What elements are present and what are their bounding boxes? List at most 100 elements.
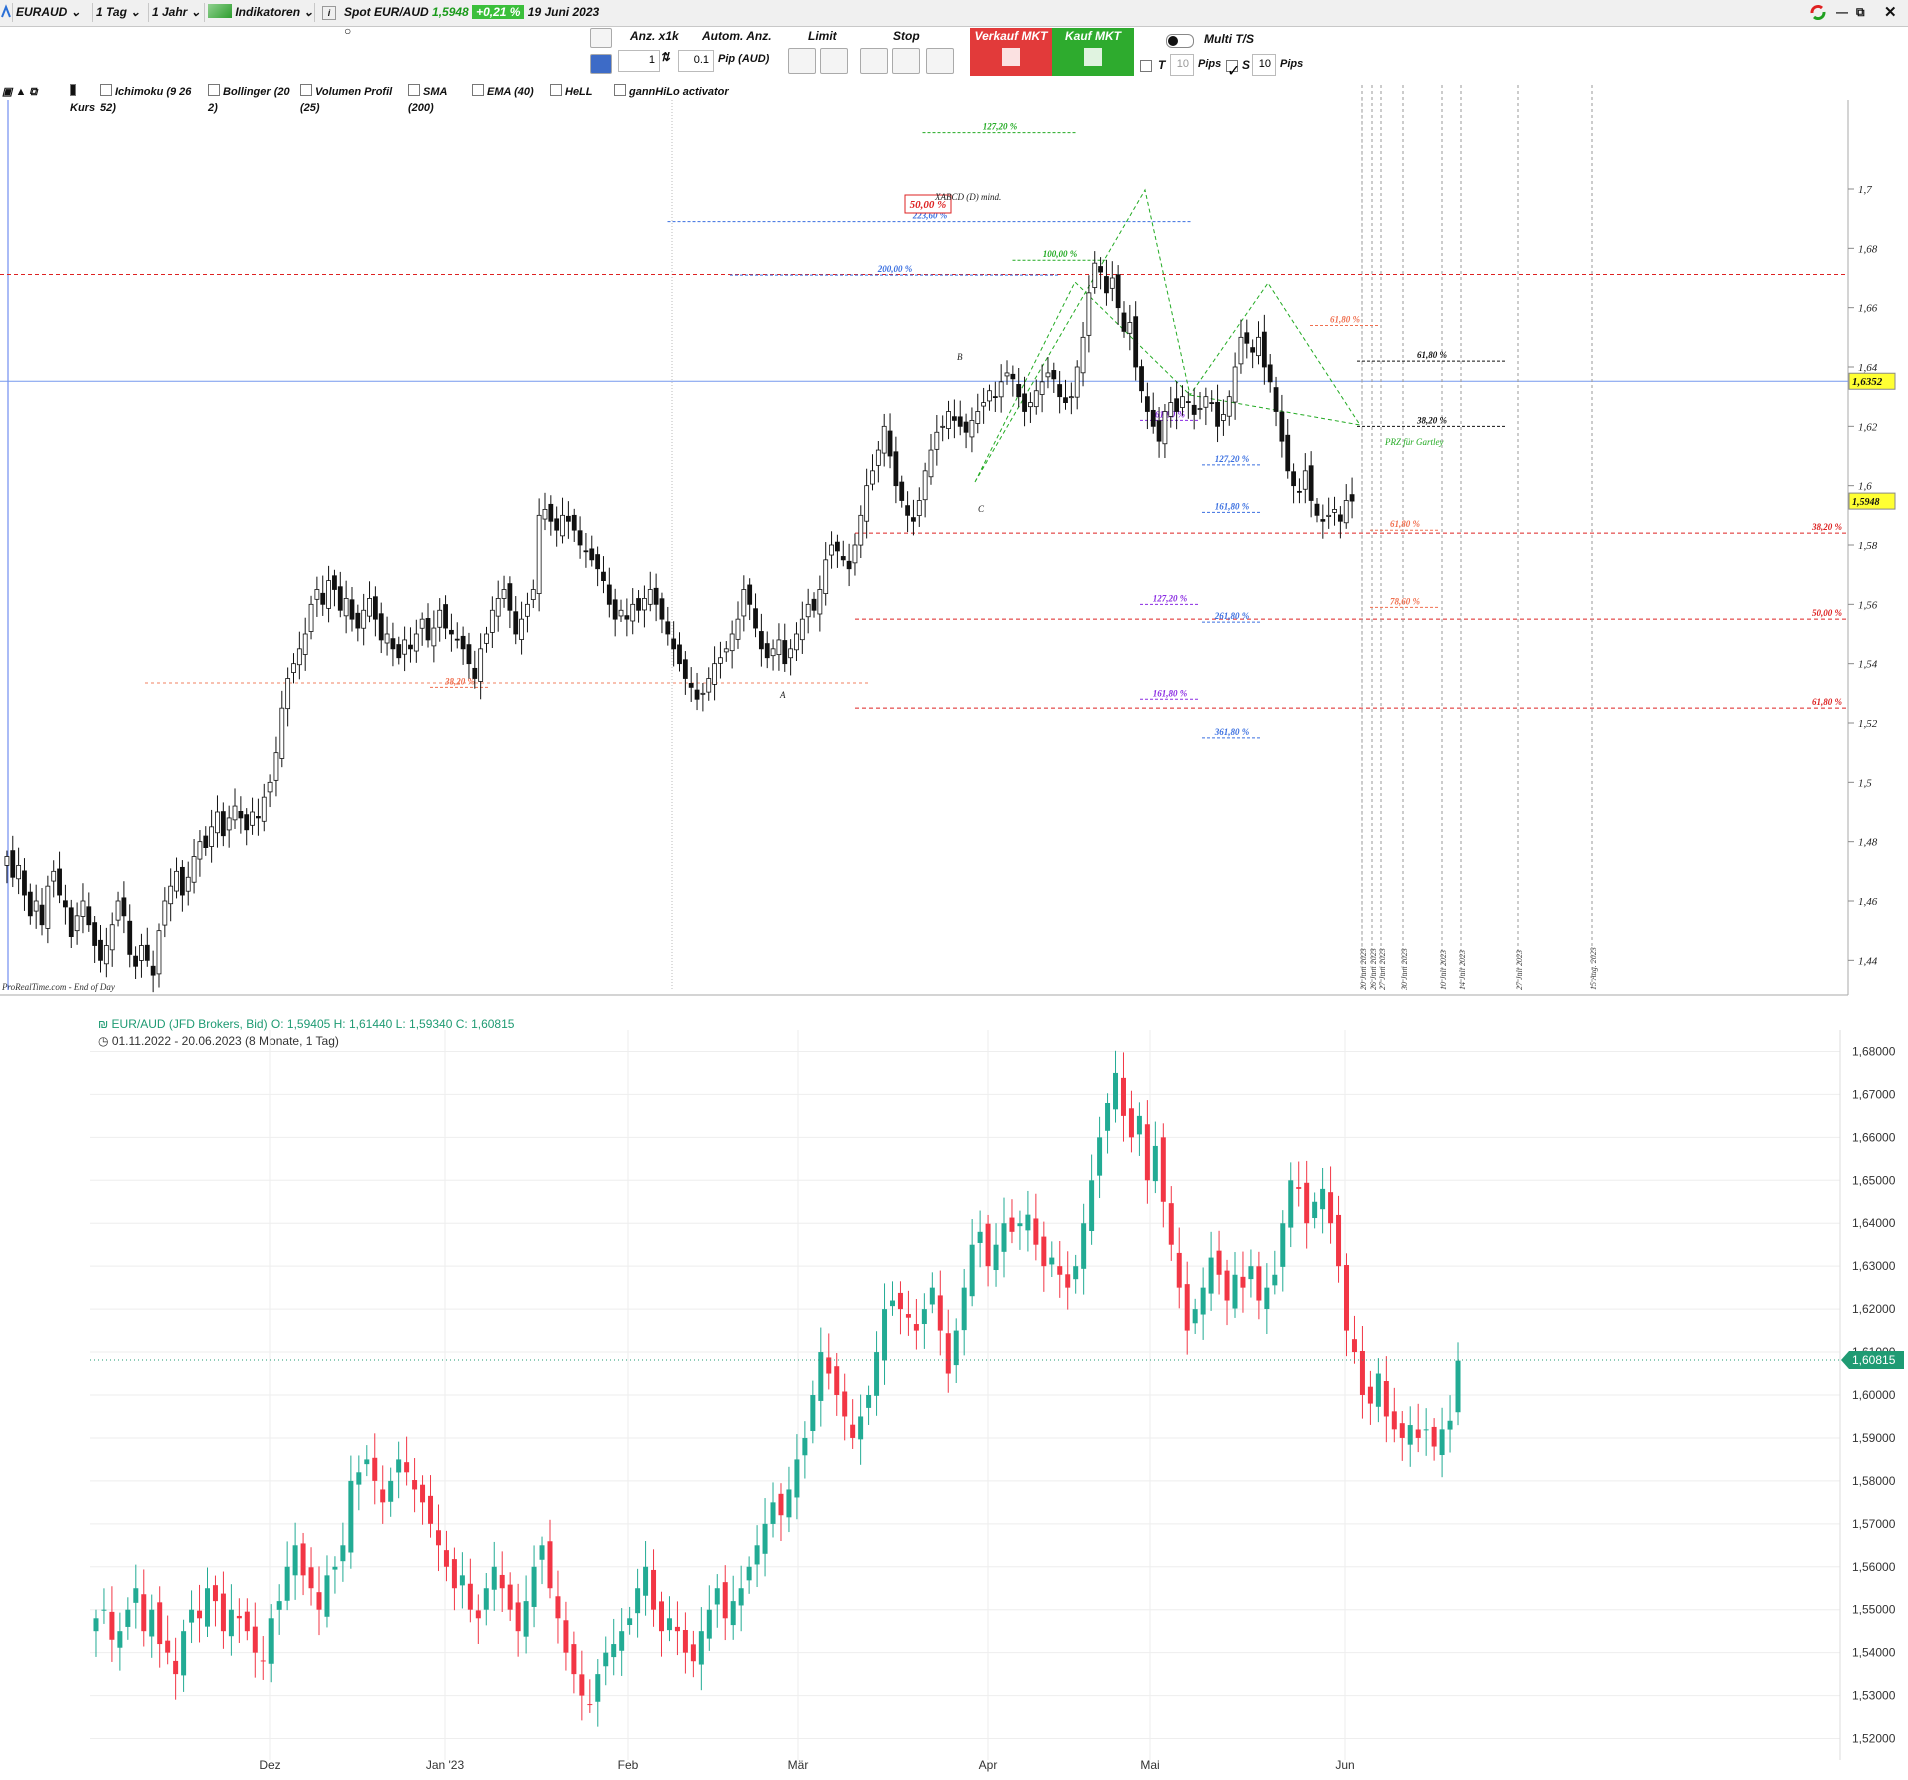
candle-body (1128, 1108, 1134, 1138)
candle-body (1232, 366, 1238, 403)
candle-body (1391, 1411, 1397, 1430)
candle-body (1344, 1265, 1350, 1331)
candle-body (1022, 393, 1027, 412)
candle-body (408, 644, 413, 650)
candle-body (571, 514, 577, 531)
prz-label: PRZ für Gartley (1384, 437, 1444, 447)
candle-body (1221, 414, 1226, 421)
candle-body (443, 604, 448, 629)
candle-body (236, 1615, 242, 1619)
point-c-label: C (978, 504, 985, 514)
candle-body (332, 575, 337, 590)
candle-body (1248, 1266, 1254, 1280)
candle-body (197, 1610, 203, 1619)
candle-body (1174, 398, 1180, 412)
x-tick-label: Apr (979, 1758, 998, 1772)
candle-body (565, 515, 571, 522)
candle-body (961, 1287, 967, 1331)
candle-body (842, 1391, 848, 1417)
y-tick-label: 1,62 (1858, 421, 1878, 433)
candle-body (1184, 1284, 1190, 1331)
candle-body (204, 1588, 210, 1627)
candle-body (1320, 1188, 1326, 1210)
candle-body (1152, 1145, 1158, 1182)
candle-body (1004, 372, 1010, 377)
candle-body (722, 1582, 728, 1619)
candle-body (1133, 316, 1139, 368)
candle-body (835, 541, 840, 552)
candle-body (624, 615, 630, 620)
y-tick-label: 1,66000 (1852, 1130, 1896, 1144)
candle-body (1232, 1274, 1238, 1309)
candle-body (753, 608, 758, 629)
candle-body (256, 816, 261, 819)
candle-body (396, 1459, 402, 1473)
candle-body (279, 707, 285, 759)
candle-body (858, 1416, 864, 1440)
candle-body (811, 598, 817, 611)
source-note: ProRealTime.com - End of Day (1, 982, 115, 992)
candle-body (1238, 336, 1244, 365)
candle-body (840, 556, 846, 561)
candle-body (525, 603, 530, 617)
candle-body (563, 1620, 569, 1653)
candle-body (1240, 1276, 1246, 1288)
candle-body (1267, 364, 1273, 383)
candle-body (396, 644, 402, 659)
candle-body (706, 678, 712, 693)
candle-body (805, 603, 811, 618)
candle-body (677, 644, 682, 665)
candle-body (332, 1566, 338, 1570)
candle-body (977, 1231, 983, 1243)
candle-body (921, 1309, 927, 1325)
candle-body (688, 683, 694, 688)
candle-body (10, 850, 16, 878)
candle-body (117, 1631, 123, 1648)
fib-inner-label: 61,80 % (1417, 350, 1448, 360)
candle-body (1073, 1266, 1079, 1280)
candle-body (361, 609, 367, 629)
candle-body (1279, 411, 1285, 442)
candle-body (587, 1704, 593, 1706)
candle-body (1017, 1223, 1023, 1227)
x-tick-label: Mär (788, 1758, 809, 1772)
candle-body (1080, 336, 1086, 374)
candle-body (665, 621, 671, 635)
candle-body (1203, 396, 1209, 408)
candle-body (267, 781, 273, 793)
candle-body (1337, 514, 1343, 522)
candle-body (981, 402, 987, 407)
fib-inner-label: 161,80 % (1153, 688, 1188, 698)
candle-body (555, 1596, 561, 1619)
y-tick-label: 1,54 (1858, 659, 1878, 671)
candle-body (181, 1631, 187, 1676)
candle-body (144, 944, 150, 961)
candle-body (1086, 292, 1092, 336)
candle-body (1261, 331, 1267, 368)
tradingview-chart[interactable]: 1,52000 1,53000 1,54000 1,55000 1,56000 1,570… (0, 1000, 1908, 1780)
candle-body (700, 692, 706, 695)
candle-body (467, 1583, 473, 1610)
candle-body (870, 470, 875, 485)
candle-body (1250, 347, 1256, 353)
y-tick-label: 1,64 (1858, 362, 1878, 374)
candle-body (1359, 1351, 1365, 1395)
candle-body (776, 639, 782, 656)
candle-body (1192, 1309, 1198, 1324)
candle-body (706, 1609, 712, 1639)
prorealtime-panel: EURAUD ⌄ 1 Tag ⌄ 1 Jahr ⌄ Indikatoren ⌄ … (0, 0, 1908, 1000)
candle-body (185, 876, 191, 892)
prorealtime-chart[interactable]: 1,44 1,46 1,48 1,5 1,52 1,54 1,56 1,58 1,6 1,62 1,… (0, 0, 1908, 1000)
candle-body (1226, 396, 1232, 417)
candle-body (460, 635, 466, 650)
candle-body (547, 1541, 553, 1589)
candle-body (618, 609, 624, 617)
candle-body (611, 1644, 617, 1658)
candle-body (326, 580, 331, 609)
candle-body (1139, 366, 1144, 392)
candle-body (1326, 514, 1332, 517)
candle-body (1105, 1103, 1111, 1131)
candle-body (63, 900, 68, 908)
candle-body (238, 810, 244, 819)
candle-body (364, 1459, 370, 1465)
